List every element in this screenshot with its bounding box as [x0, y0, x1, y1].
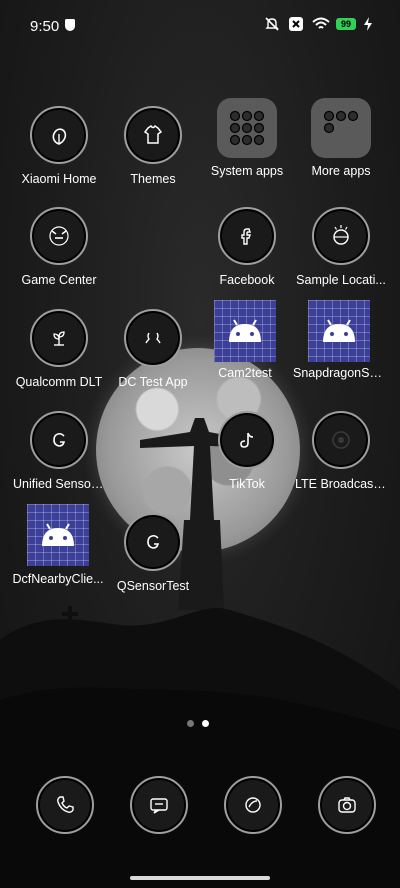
close-box-icon: [288, 16, 304, 32]
folder-more-apps[interactable]: More apps: [295, 98, 387, 178]
app-label: DcfNearbyClie...: [12, 572, 104, 586]
shirt-icon: [124, 106, 182, 164]
sensor-icon: [30, 411, 88, 469]
status-bar: 9:50 99: [0, 0, 400, 52]
mute-icon: [264, 16, 280, 32]
app-qualcomm-dlt[interactable]: Qualcomm DLT: [13, 309, 105, 389]
plant-icon: [30, 309, 88, 367]
app-dcf-nearby-client[interactable]: DcfNearbyClie...: [12, 504, 104, 586]
shield-icon: [65, 19, 75, 31]
camera-icon: [318, 776, 376, 834]
game-icon: [30, 207, 88, 265]
app-xiaomi-home[interactable]: Xiaomi Home: [13, 106, 105, 186]
app-cam2test[interactable]: Cam2test: [199, 300, 291, 380]
app-game-center[interactable]: Game Center: [13, 207, 105, 287]
folder-icon: [217, 98, 277, 158]
leaf-icon: [30, 106, 88, 164]
app-qsensortest[interactable]: QSensorTest: [107, 513, 199, 593]
status-time: 9:50: [30, 18, 60, 35]
app-snapdragon-sd[interactable]: SnapdragonSD...: [293, 300, 385, 380]
wifi-icon: [312, 16, 330, 32]
app-dc-test[interactable]: DC Test App: [107, 309, 199, 389]
app-label: Xiaomi Home: [21, 172, 97, 186]
app-label: Sample Locati...: [296, 273, 386, 287]
location-icon: [312, 207, 370, 265]
android-icon: [214, 300, 276, 362]
dock-phone[interactable]: [36, 776, 94, 834]
app-label: SnapdragonSD...: [293, 366, 385, 380]
folder-icon: [311, 98, 371, 158]
app-label: System apps: [210, 164, 284, 178]
bracket-icon: [124, 309, 182, 367]
folder-system-apps[interactable]: System apps: [201, 98, 293, 178]
app-unified-sensor[interactable]: Unified Sensor ...: [13, 411, 105, 491]
android-icon: [27, 504, 89, 566]
page-indicator: [187, 720, 209, 727]
app-label: QSensorTest: [116, 579, 190, 593]
app-facebook[interactable]: Facebook: [201, 207, 293, 287]
app-lte-broadcast[interactable]: LTE Broadcast ...: [295, 411, 387, 491]
app-label: Cam2test: [218, 366, 272, 380]
app-label: Game Center: [21, 273, 97, 287]
app-label: Qualcomm DLT: [15, 375, 103, 389]
app-sample-location[interactable]: Sample Locati...: [295, 207, 387, 287]
message-icon: [130, 776, 188, 834]
dock-messages[interactable]: [130, 776, 188, 834]
app-label: DC Test App: [118, 375, 188, 389]
app-label: TikTok: [229, 477, 265, 491]
sensor-icon: [124, 513, 182, 571]
browser-icon: [224, 776, 282, 834]
page-dot[interactable]: [187, 720, 194, 727]
battery-level: 99: [340, 19, 351, 29]
app-label: Unified Sensor ...: [13, 477, 105, 491]
gesture-nav-bar[interactable]: [130, 876, 270, 880]
app-label: LTE Broadcast ...: [295, 477, 387, 491]
app-label: Facebook: [219, 273, 275, 287]
facebook-icon: [218, 207, 276, 265]
tiktok-icon: [218, 411, 276, 469]
charging-icon: [364, 17, 372, 31]
dock-browser[interactable]: [224, 776, 282, 834]
app-label: Themes: [130, 172, 176, 186]
android-icon: [308, 300, 370, 362]
app-label: More apps: [311, 164, 371, 178]
dock-camera[interactable]: [318, 776, 376, 834]
page-dot-active[interactable]: [202, 720, 209, 727]
app-tiktok[interactable]: TikTok: [201, 411, 293, 491]
broadcast-icon: [312, 411, 370, 469]
phone-icon: [36, 776, 94, 834]
app-themes[interactable]: Themes: [107, 106, 199, 186]
battery-indicator: 99: [336, 18, 356, 30]
